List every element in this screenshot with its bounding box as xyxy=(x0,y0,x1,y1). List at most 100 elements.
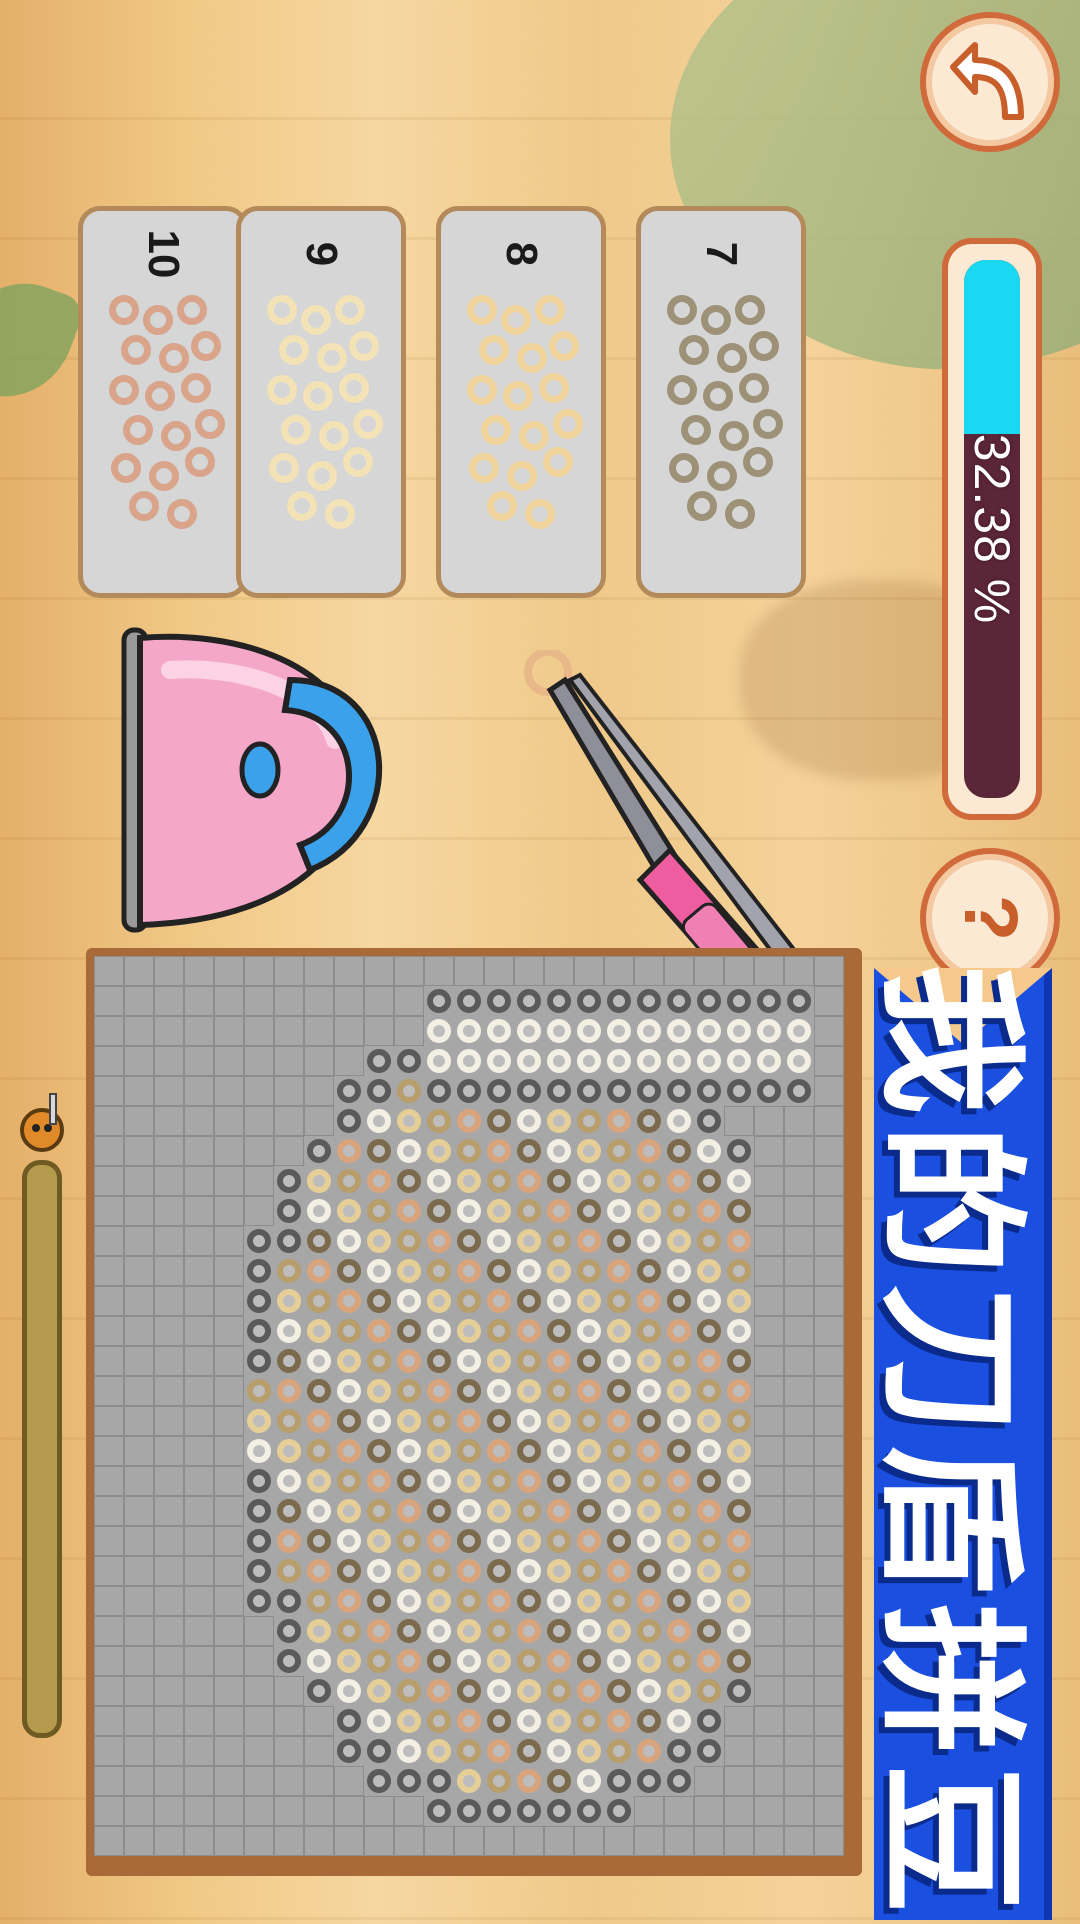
empty-peg[interactable] xyxy=(574,956,604,986)
empty-peg[interactable] xyxy=(694,1826,724,1856)
empty-peg[interactable] xyxy=(124,1256,154,1286)
empty-peg[interactable] xyxy=(754,1616,784,1646)
bead-cell[interactable] xyxy=(634,1496,664,1526)
bead-cell[interactable] xyxy=(544,1046,574,1076)
bead-cell[interactable] xyxy=(394,1376,424,1406)
bead-cell[interactable] xyxy=(574,1076,604,1106)
empty-peg[interactable] xyxy=(214,1526,244,1556)
bead-cell[interactable] xyxy=(394,1496,424,1526)
bead-cell[interactable] xyxy=(304,1316,334,1346)
empty-peg[interactable] xyxy=(154,1616,184,1646)
bead-cell[interactable] xyxy=(424,986,454,1016)
bead-cell[interactable] xyxy=(514,1646,544,1676)
empty-peg[interactable] xyxy=(214,1136,244,1166)
bead-cell[interactable] xyxy=(634,1436,664,1466)
bead-cell[interactable] xyxy=(274,1466,304,1496)
bead-cell[interactable] xyxy=(484,1676,514,1706)
bead-cell[interactable] xyxy=(424,1496,454,1526)
empty-peg[interactable] xyxy=(184,1736,214,1766)
bead-cell[interactable] xyxy=(604,1676,634,1706)
empty-peg[interactable] xyxy=(784,1316,814,1346)
empty-peg[interactable] xyxy=(184,1496,214,1526)
empty-peg[interactable] xyxy=(814,1256,844,1286)
bead-cell[interactable] xyxy=(604,1406,634,1436)
bead-cell[interactable] xyxy=(424,1466,454,1496)
empty-peg[interactable] xyxy=(184,1046,214,1076)
bead-cell[interactable] xyxy=(694,1226,724,1256)
bead-cell[interactable] xyxy=(514,1706,544,1736)
bead-cell[interactable] xyxy=(394,1196,424,1226)
bead-cell[interactable] xyxy=(604,1316,634,1346)
bead-cell[interactable] xyxy=(394,1316,424,1346)
bead-cell[interactable] xyxy=(604,1586,634,1616)
empty-peg[interactable] xyxy=(784,1826,814,1856)
bead-cell[interactable] xyxy=(484,1166,514,1196)
bead-cell[interactable] xyxy=(394,1076,424,1106)
bead-cell[interactable] xyxy=(664,1526,694,1556)
empty-peg[interactable] xyxy=(814,1316,844,1346)
bead-cell[interactable] xyxy=(574,1676,604,1706)
bead-cell[interactable] xyxy=(634,1256,664,1286)
bead-cell[interactable] xyxy=(694,1436,724,1466)
empty-peg[interactable] xyxy=(754,956,784,986)
bead-cell[interactable] xyxy=(454,1376,484,1406)
empty-peg[interactable] xyxy=(334,1016,364,1046)
empty-peg[interactable] xyxy=(664,956,694,986)
bead-cell[interactable] xyxy=(784,1046,814,1076)
empty-peg[interactable] xyxy=(124,1526,154,1556)
bead-cell[interactable] xyxy=(364,1676,394,1706)
bead-cell[interactable] xyxy=(634,1196,664,1226)
bead-cell[interactable] xyxy=(694,1046,724,1076)
empty-peg[interactable] xyxy=(124,1556,154,1586)
empty-peg[interactable] xyxy=(784,1466,814,1496)
bead-cell[interactable] xyxy=(514,1796,544,1826)
empty-peg[interactable] xyxy=(754,1496,784,1526)
bead-cell[interactable] xyxy=(724,1466,754,1496)
empty-peg[interactable] xyxy=(454,956,484,986)
bead-cell[interactable] xyxy=(454,1166,484,1196)
bead-cell[interactable] xyxy=(484,1496,514,1526)
bead-cell[interactable] xyxy=(454,1196,484,1226)
empty-peg[interactable] xyxy=(214,1736,244,1766)
bead-cell[interactable] xyxy=(454,1406,484,1436)
empty-peg[interactable] xyxy=(214,1376,244,1406)
bead-cell[interactable] xyxy=(514,1676,544,1706)
empty-peg[interactable] xyxy=(154,1136,184,1166)
empty-peg[interactable] xyxy=(784,1376,814,1406)
bead-cell[interactable] xyxy=(274,1586,304,1616)
empty-peg[interactable] xyxy=(304,986,334,1016)
bead-cell[interactable] xyxy=(484,1586,514,1616)
empty-peg[interactable] xyxy=(364,1796,394,1826)
bead-cell[interactable] xyxy=(304,1136,334,1166)
empty-peg[interactable] xyxy=(334,1766,364,1796)
bead-cell[interactable] xyxy=(604,1706,634,1736)
empty-peg[interactable] xyxy=(124,1646,154,1676)
empty-peg[interactable] xyxy=(94,1016,124,1046)
bead-cell[interactable] xyxy=(484,1196,514,1226)
empty-peg[interactable] xyxy=(814,1376,844,1406)
bead-cell[interactable] xyxy=(334,1106,364,1136)
empty-peg[interactable] xyxy=(424,1826,454,1856)
bead-cell[interactable] xyxy=(664,1556,694,1586)
bead-cell[interactable] xyxy=(454,1286,484,1316)
bead-cell[interactable] xyxy=(484,1646,514,1676)
bead-cell[interactable] xyxy=(364,1226,394,1256)
empty-peg[interactable] xyxy=(814,1796,844,1826)
bead-cell[interactable] xyxy=(634,1376,664,1406)
bead-cell[interactable] xyxy=(634,1286,664,1316)
empty-peg[interactable] xyxy=(214,1796,244,1826)
bead-cell[interactable] xyxy=(514,1196,544,1226)
bead-cell[interactable] xyxy=(664,1736,694,1766)
empty-peg[interactable] xyxy=(364,1826,394,1856)
bead-cell[interactable] xyxy=(514,1736,544,1766)
empty-peg[interactable] xyxy=(274,1046,304,1076)
bead-cell[interactable] xyxy=(574,1526,604,1556)
bead-cell[interactable] xyxy=(274,1616,304,1646)
empty-peg[interactable] xyxy=(214,1496,244,1526)
bead-cell[interactable] xyxy=(334,1526,364,1556)
bead-cell[interactable] xyxy=(544,1346,574,1376)
empty-peg[interactable] xyxy=(304,1016,334,1046)
bead-cell[interactable] xyxy=(424,1796,454,1826)
bead-cell[interactable] xyxy=(574,1256,604,1286)
empty-peg[interactable] xyxy=(814,1736,844,1766)
